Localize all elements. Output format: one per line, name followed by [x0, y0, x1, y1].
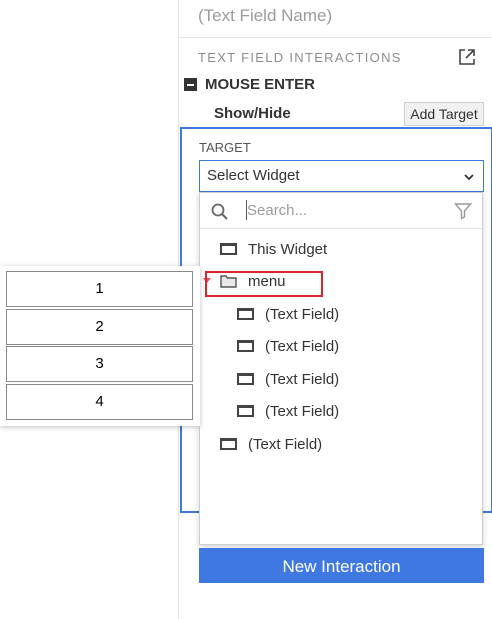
menu-widget: 1 2 3 4	[0, 266, 200, 426]
tree-item-text-field[interactable]: (Text Field)	[200, 401, 482, 423]
event-label: MOUSE ENTER	[205, 76, 316, 93]
target-label: TARGET	[199, 140, 251, 155]
selection-highlight	[205, 271, 323, 297]
menu-item[interactable]: 2	[6, 309, 193, 345]
divider	[179, 37, 492, 38]
tree-item-label: (Text Field)	[265, 338, 340, 355]
tree-item-label: This Widget	[248, 241, 328, 258]
tree-item-label: (Text Field)	[265, 371, 340, 388]
tree-item-text-field[interactable]: (Text Field)	[200, 434, 482, 456]
new-interaction-button[interactable]: New Interaction	[199, 548, 484, 583]
tree-item-this-widget[interactable]: This Widget	[200, 239, 482, 261]
tree-item-label: (Text Field)	[265, 306, 340, 323]
interactions-panel: (Text Field Name) TEXT FIELD INTERACTION…	[178, 0, 492, 619]
select-value: Select Widget	[207, 167, 300, 184]
action-label: Show/Hide	[214, 105, 291, 122]
tree-item-label: (Text Field)	[265, 403, 340, 420]
add-target-button[interactable]: Add Target	[404, 102, 484, 126]
tree-item-text-field[interactable]: (Text Field)	[200, 304, 482, 326]
menu-item[interactable]: 4	[6, 384, 193, 420]
target-select[interactable]: Select Widget	[199, 160, 484, 192]
chevron-down-icon	[464, 174, 474, 181]
widget-icon	[237, 340, 254, 352]
widget-icon	[237, 373, 254, 385]
widget-icon	[220, 243, 237, 255]
widget-icon	[237, 308, 254, 320]
menu-item[interactable]: 1	[6, 271, 193, 307]
widget-icon	[220, 438, 237, 450]
collapse-icon[interactable]	[184, 78, 197, 91]
section-title: TEXT FIELD INTERACTIONS	[198, 50, 402, 65]
search-icon	[211, 203, 228, 220]
external-link-icon[interactable]	[457, 47, 477, 67]
search-input[interactable]	[246, 200, 447, 220]
search-row	[200, 193, 482, 229]
tree-item-label: (Text Field)	[248, 436, 323, 453]
widget-dropdown: This Widget menu (Text Field) (Text Fiel…	[199, 192, 483, 545]
tree-item-text-field[interactable]: (Text Field)	[200, 369, 482, 391]
widget-icon	[237, 405, 254, 417]
tree-item-text-field[interactable]: (Text Field)	[200, 336, 482, 358]
field-name[interactable]: (Text Field Name)	[198, 6, 332, 26]
filter-icon[interactable]	[454, 202, 472, 220]
menu-item[interactable]: 3	[6, 346, 193, 382]
